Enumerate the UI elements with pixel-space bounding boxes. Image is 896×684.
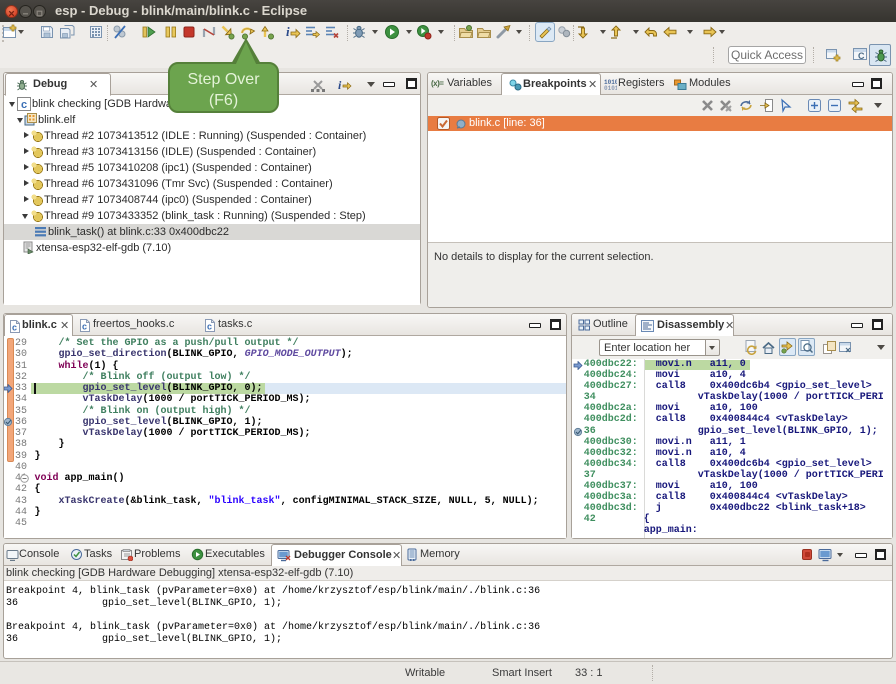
- svg-text:c: c: [21, 99, 27, 111]
- svg-text:C: C: [858, 51, 865, 61]
- svg-text:c: c: [207, 322, 212, 332]
- svg-text:i: i: [286, 24, 290, 39]
- svg-text:c: c: [82, 322, 87, 332]
- svg-text:c: c: [12, 323, 17, 333]
- svg-text:i: i: [338, 78, 342, 92]
- svg-text:0101: 0101: [604, 85, 617, 90]
